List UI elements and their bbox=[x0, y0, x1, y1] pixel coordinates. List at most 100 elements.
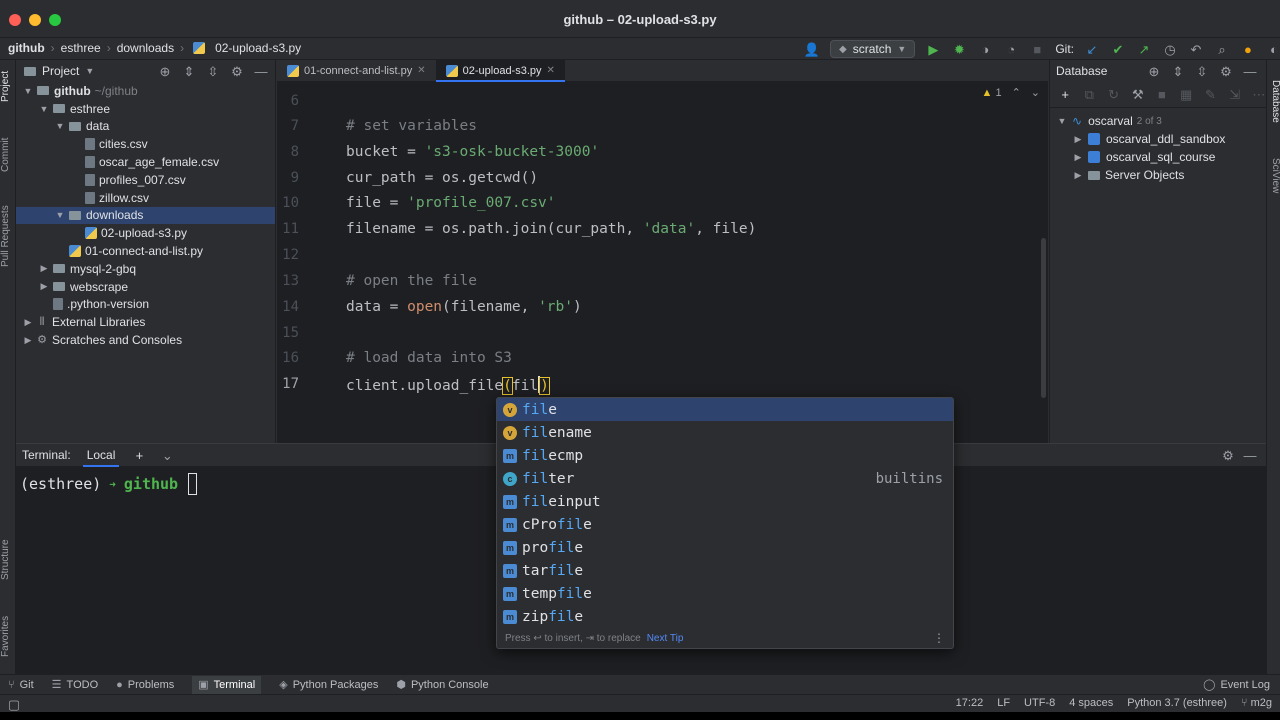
editor-scrollbar[interactable] bbox=[1041, 238, 1046, 398]
jump-icon[interactable]: ⇲ bbox=[1228, 87, 1242, 103]
close-icon[interactable]: ✕ bbox=[417, 65, 425, 76]
completion-item[interactable]: m tar fil e bbox=[497, 560, 953, 583]
plugin-icon[interactable]: ◐ bbox=[1266, 41, 1280, 57]
tree-item[interactable]: ▶ ⚙ Scratches and Consoles bbox=[16, 331, 275, 349]
chevron-right-icon[interactable]: ▶ bbox=[1072, 134, 1084, 145]
database-root[interactable]: ▼ ∿ oscarval 2 of 3 bbox=[1050, 112, 1266, 130]
history-icon[interactable]: ◷ bbox=[1162, 41, 1178, 57]
tab-01-connect-and-list[interactable]: 01-connect-and-list.py ✕ bbox=[277, 60, 436, 81]
chevron-down-icon[interactable]: ▼ bbox=[54, 210, 66, 220]
add-icon[interactable]: + bbox=[1058, 87, 1072, 103]
database-item[interactable]: ▶ oscarval_sql_course bbox=[1050, 148, 1266, 166]
tab-project[interactable]: Project bbox=[0, 64, 16, 108]
completion-item[interactable]: m zip fil e bbox=[497, 606, 953, 629]
tree-item[interactable]: profiles_007.csv bbox=[16, 171, 275, 189]
collapse-all-icon[interactable]: ⇳ bbox=[205, 63, 221, 79]
tool-git[interactable]: ⑂ Git bbox=[8, 679, 34, 691]
tool-problems[interactable]: ● Problems bbox=[116, 679, 174, 691]
chevron-right-icon[interactable]: ▶ bbox=[22, 335, 34, 346]
chevron-right-icon[interactable]: ▶ bbox=[22, 317, 34, 328]
rollback-icon[interactable]: ↶ bbox=[1188, 41, 1204, 57]
tree-item[interactable]: zillow.csv bbox=[16, 189, 275, 207]
collapse-all-icon[interactable]: ⇳ bbox=[1194, 63, 1210, 79]
completion-item[interactable]: m temp fil e bbox=[497, 583, 953, 606]
hide-icon[interactable]: — bbox=[1242, 63, 1258, 79]
refresh-icon[interactable]: ↻ bbox=[1106, 87, 1120, 103]
tab-favorites[interactable]: Favorites bbox=[0, 606, 16, 666]
gear-icon[interactable]: ⚙ bbox=[229, 63, 245, 79]
tree-item[interactable]: 01-connect-and-list.py bbox=[16, 242, 275, 260]
chevron-right-icon[interactable]: ▶ bbox=[1072, 152, 1084, 163]
breadcrumb-downloads[interactable]: downloads bbox=[117, 41, 174, 55]
chevron-down-icon[interactable]: ▼ bbox=[85, 66, 94, 76]
completion-item[interactable]: v fil e bbox=[497, 398, 953, 422]
tab-pull-requests[interactable]: Pull Requests bbox=[0, 196, 16, 276]
tool-python-console[interactable]: ⬢ Python Console bbox=[396, 678, 488, 692]
add-icon[interactable]: + bbox=[131, 447, 147, 463]
chevron-down-icon[interactable]: ⌄ bbox=[159, 447, 175, 463]
copy-icon[interactable]: ⧉ bbox=[1082, 87, 1096, 103]
chevron-down-icon[interactable]: ▼ bbox=[22, 86, 34, 96]
tab-02-upload-s3[interactable]: 02-upload-s3.py ✕ bbox=[435, 60, 566, 82]
tree-item[interactable]: cities.csv bbox=[16, 135, 275, 153]
tab-structure[interactable]: Structure bbox=[0, 530, 16, 590]
tree-item[interactable]: ▶ mysql-2-gbq bbox=[16, 260, 275, 278]
git-branch[interactable]: ⑂ m2g bbox=[1241, 697, 1272, 709]
line-separator[interactable]: LF bbox=[997, 697, 1010, 709]
locate-icon[interactable]: ⊕ bbox=[1146, 63, 1162, 79]
run-configuration-select[interactable]: ◆ scratch ▼ bbox=[830, 40, 916, 58]
completion-item[interactable]: m cPro fil e bbox=[497, 514, 953, 537]
code-area[interactable]: # set variables bucket = 's3-osk-bucket-… bbox=[346, 82, 1048, 443]
tab-sciview[interactable]: SciView bbox=[1267, 158, 1280, 208]
git-push-icon[interactable]: ↗ bbox=[1136, 41, 1152, 57]
breadcrumb-file[interactable]: 02-upload-s3.py bbox=[215, 41, 301, 55]
coverage-icon[interactable]: ◑ bbox=[977, 41, 993, 57]
stop-icon[interactable]: ■ bbox=[1155, 87, 1169, 103]
debug-icon[interactable]: ✹ bbox=[951, 41, 967, 57]
breadcrumb-esthree[interactable]: esthree bbox=[61, 41, 101, 55]
completion-item[interactable]: m fil einput bbox=[497, 490, 953, 513]
caret-position[interactable]: 17:22 bbox=[956, 697, 984, 709]
tree-item[interactable]: .python-version bbox=[16, 296, 275, 314]
git-update-icon[interactable]: ↙ bbox=[1084, 41, 1100, 57]
expand-all-icon[interactable]: ⇕ bbox=[1170, 63, 1186, 79]
tree-item[interactable]: ▶ webscrape bbox=[16, 278, 275, 296]
chevron-down-icon[interactable]: ▼ bbox=[38, 104, 50, 114]
tool-terminal[interactable]: ▣ Terminal bbox=[192, 675, 262, 694]
next-tip-link[interactable]: Next Tip bbox=[647, 633, 684, 644]
tree-item[interactable]: ▼ data bbox=[16, 118, 275, 136]
run-icon[interactable]: ▶ bbox=[925, 41, 941, 57]
tree-item[interactable]: ▼ downloads bbox=[16, 206, 275, 225]
gear-icon[interactable]: ⚙ bbox=[1218, 63, 1234, 79]
gear-icon[interactable]: ⚙ bbox=[1220, 447, 1236, 463]
search-icon[interactable]: ⌕ bbox=[1214, 41, 1230, 57]
tree-item[interactable]: ▼ esthree bbox=[16, 100, 275, 118]
indent-setting[interactable]: 4 spaces bbox=[1069, 697, 1113, 709]
chevron-down-icon[interactable]: ▼ bbox=[1056, 116, 1068, 126]
completion-item[interactable]: c fil ter builtins bbox=[497, 467, 953, 490]
properties-icon[interactable]: ⚒ bbox=[1131, 87, 1145, 103]
chevron-right-icon[interactable]: ▶ bbox=[38, 281, 50, 292]
tab-database[interactable]: Database bbox=[1267, 80, 1280, 140]
database-item[interactable]: ▶ Server Objects bbox=[1050, 166, 1266, 184]
expand-all-icon[interactable]: ⇕ bbox=[181, 63, 197, 79]
database-item[interactable]: ▶ oscarval_ddl_sandbox bbox=[1050, 130, 1266, 148]
stop-icon[interactable]: ■ bbox=[1029, 41, 1045, 57]
breadcrumb-github[interactable]: github bbox=[8, 41, 45, 55]
table-icon[interactable]: ▦ bbox=[1179, 87, 1193, 103]
tool-todo[interactable]: ☰ TODO bbox=[52, 678, 98, 692]
tab-commit[interactable]: Commit bbox=[0, 130, 16, 180]
tree-item[interactable]: 02-upload-s3.py bbox=[16, 224, 275, 242]
completion-item[interactable]: m fil ecmp bbox=[497, 444, 953, 467]
user-icon[interactable]: 👤 bbox=[804, 41, 820, 57]
project-pane-title[interactable]: Project bbox=[42, 64, 79, 78]
locate-icon[interactable]: ⊕ bbox=[157, 63, 173, 79]
hide-icon[interactable]: — bbox=[1242, 447, 1258, 463]
event-log-button[interactable]: ◯ Event Log bbox=[1203, 678, 1270, 692]
chevron-down-icon[interactable]: ▼ bbox=[54, 121, 66, 131]
more-options-icon[interactable]: ⋮ bbox=[933, 631, 945, 645]
completion-item[interactable]: v fil ename bbox=[497, 421, 953, 444]
updates-icon[interactable]: ● bbox=[1240, 41, 1256, 57]
tree-item[interactable]: ▶ ⦀ External Libraries bbox=[16, 313, 275, 331]
chevron-right-icon[interactable]: ▶ bbox=[38, 263, 50, 274]
